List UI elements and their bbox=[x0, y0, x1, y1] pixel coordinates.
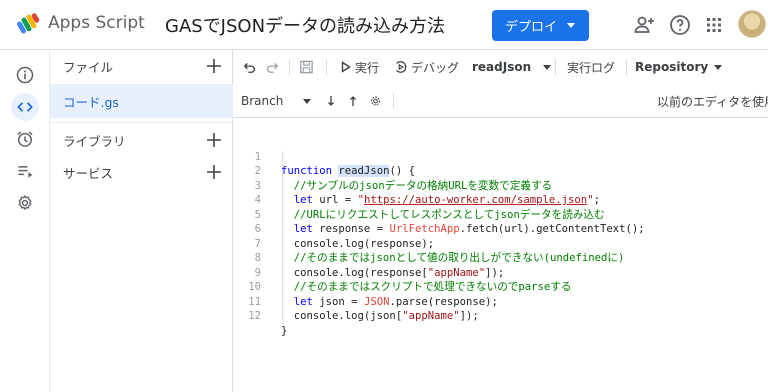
execution-log-label: 実行ログ bbox=[567, 60, 616, 75]
legacy-editor-label: 以前のエディタを使用 bbox=[657, 94, 768, 109]
play-icon bbox=[341, 61, 351, 73]
file-item-code-gs[interactable]: コード.gs bbox=[50, 84, 233, 118]
add-library-icon[interactable] bbox=[204, 130, 224, 150]
code-icon[interactable] bbox=[11, 93, 39, 121]
help-icon[interactable] bbox=[668, 13, 692, 37]
alarm-icon[interactable] bbox=[11, 125, 39, 153]
code-line: 9 //そのままではスクリプトで処理できないのでparseする bbox=[233, 251, 768, 294]
code-line: 11 console.log(json["appName"]); bbox=[233, 280, 768, 323]
code-line: 12 } bbox=[233, 295, 768, 337]
debug-icon bbox=[396, 61, 407, 73]
line-code: console.log(json["appName"]); bbox=[293, 310, 479, 322]
pull-icon[interactable] bbox=[327, 92, 335, 110]
line-code: } bbox=[281, 324, 288, 337]
add-person-icon[interactable] bbox=[632, 13, 656, 37]
line-number: 12 bbox=[248, 310, 261, 322]
function-select[interactable]: readJson bbox=[472, 58, 552, 76]
separator bbox=[626, 59, 627, 75]
push-icon[interactable] bbox=[349, 92, 357, 110]
execution-log-button[interactable]: 実行ログ bbox=[567, 58, 615, 76]
files-label: ファイル bbox=[63, 59, 114, 75]
info-icon[interactable] bbox=[11, 61, 39, 89]
app-name: Apps Script bbox=[48, 13, 145, 33]
app-header: Apps Script GASでJSONデータの読み込み方法 デプロイ bbox=[0, 0, 768, 50]
code-line: 3 let url = "https://auto-worker.com/sam… bbox=[233, 164, 768, 207]
add-service-icon[interactable] bbox=[204, 162, 224, 182]
repository-label: Repository bbox=[635, 60, 709, 74]
debug-label: デバッグ bbox=[411, 60, 460, 75]
deploy-label: デプロイ bbox=[505, 20, 558, 35]
files-section-header: ファイル bbox=[50, 50, 233, 82]
chevron-down-icon bbox=[303, 98, 312, 104]
repository-select[interactable]: Repository bbox=[635, 58, 723, 76]
settings-icon[interactable] bbox=[11, 189, 39, 217]
apps-script-logo[interactable] bbox=[17, 12, 41, 36]
separator bbox=[555, 59, 556, 75]
code-line: 2 //サンプルのjsonデータの格納URLを変数で定義する bbox=[233, 150, 768, 192]
deploy-button[interactable]: デプロイ bbox=[492, 10, 589, 41]
function-name: readJson bbox=[472, 60, 532, 74]
chevron-down-icon bbox=[714, 64, 723, 70]
run-button[interactable]: 実行 bbox=[341, 58, 379, 76]
apps-grid-icon[interactable] bbox=[702, 13, 726, 37]
legacy-editor-link[interactable]: 以前のエディタを使用 bbox=[657, 92, 768, 110]
avatar[interactable] bbox=[738, 10, 766, 38]
code-editor[interactable]: 1 function readJson() { 2 //サンプルのjsonデータ… bbox=[233, 118, 768, 392]
code-line: 5 let response = UrlFetchApp.fetch(url).… bbox=[233, 193, 768, 236]
left-rail bbox=[0, 50, 50, 392]
add-file-icon[interactable] bbox=[204, 56, 224, 76]
executions-icon[interactable] bbox=[11, 157, 39, 185]
code-line: 7 //そのままではjsonとして値の取り出しができない(undefinedに) bbox=[233, 222, 768, 265]
code-line: 6 console.log(response); bbox=[233, 208, 768, 250]
code-line: 8 console.log(response["appName"]); bbox=[233, 237, 768, 279]
code-line: 1 function readJson() { bbox=[233, 135, 768, 177]
project-title[interactable]: GASでJSONデータの読み込み方法 bbox=[165, 12, 445, 38]
redo-icon[interactable] bbox=[265, 58, 279, 76]
toolbar-row-1: 実行 デバッグ readJson 実行ログ Repository bbox=[233, 50, 768, 84]
libraries-section-header: ライブラリ bbox=[50, 124, 233, 156]
editor-toolbar: 実行 デバッグ readJson 実行ログ Repository Branch bbox=[233, 50, 768, 118]
code-line: 10 let json = JSON.parse(response); bbox=[233, 266, 768, 308]
libraries-label: ライブラリ bbox=[63, 133, 126, 149]
run-label: 実行 bbox=[355, 60, 380, 75]
services-section-header: サービス bbox=[50, 156, 233, 188]
git-settings-icon[interactable] bbox=[370, 92, 381, 110]
file-name: コード.gs bbox=[63, 94, 119, 110]
save-icon[interactable] bbox=[299, 58, 314, 76]
chevron-down-icon bbox=[543, 64, 552, 70]
branch-select[interactable]: Branch bbox=[241, 92, 312, 110]
chevron-down-icon bbox=[567, 23, 575, 28]
separator bbox=[326, 59, 327, 75]
code-line: 4 //URLにリクエストしてレスポンスとしてjsonデータを読み込む bbox=[233, 179, 768, 221]
separator bbox=[393, 93, 394, 109]
files-panel: ファイル コード.gs ライブラリ サービス bbox=[50, 50, 233, 392]
toolbar-row-2: Branch 以前のエディタを使用 bbox=[233, 84, 768, 118]
undo-icon[interactable] bbox=[243, 58, 257, 76]
branch-label: Branch bbox=[241, 94, 284, 108]
debug-button[interactable]: デバッグ bbox=[394, 58, 459, 76]
separator bbox=[289, 59, 290, 75]
divider bbox=[50, 122, 233, 123]
services-label: サービス bbox=[63, 165, 114, 181]
